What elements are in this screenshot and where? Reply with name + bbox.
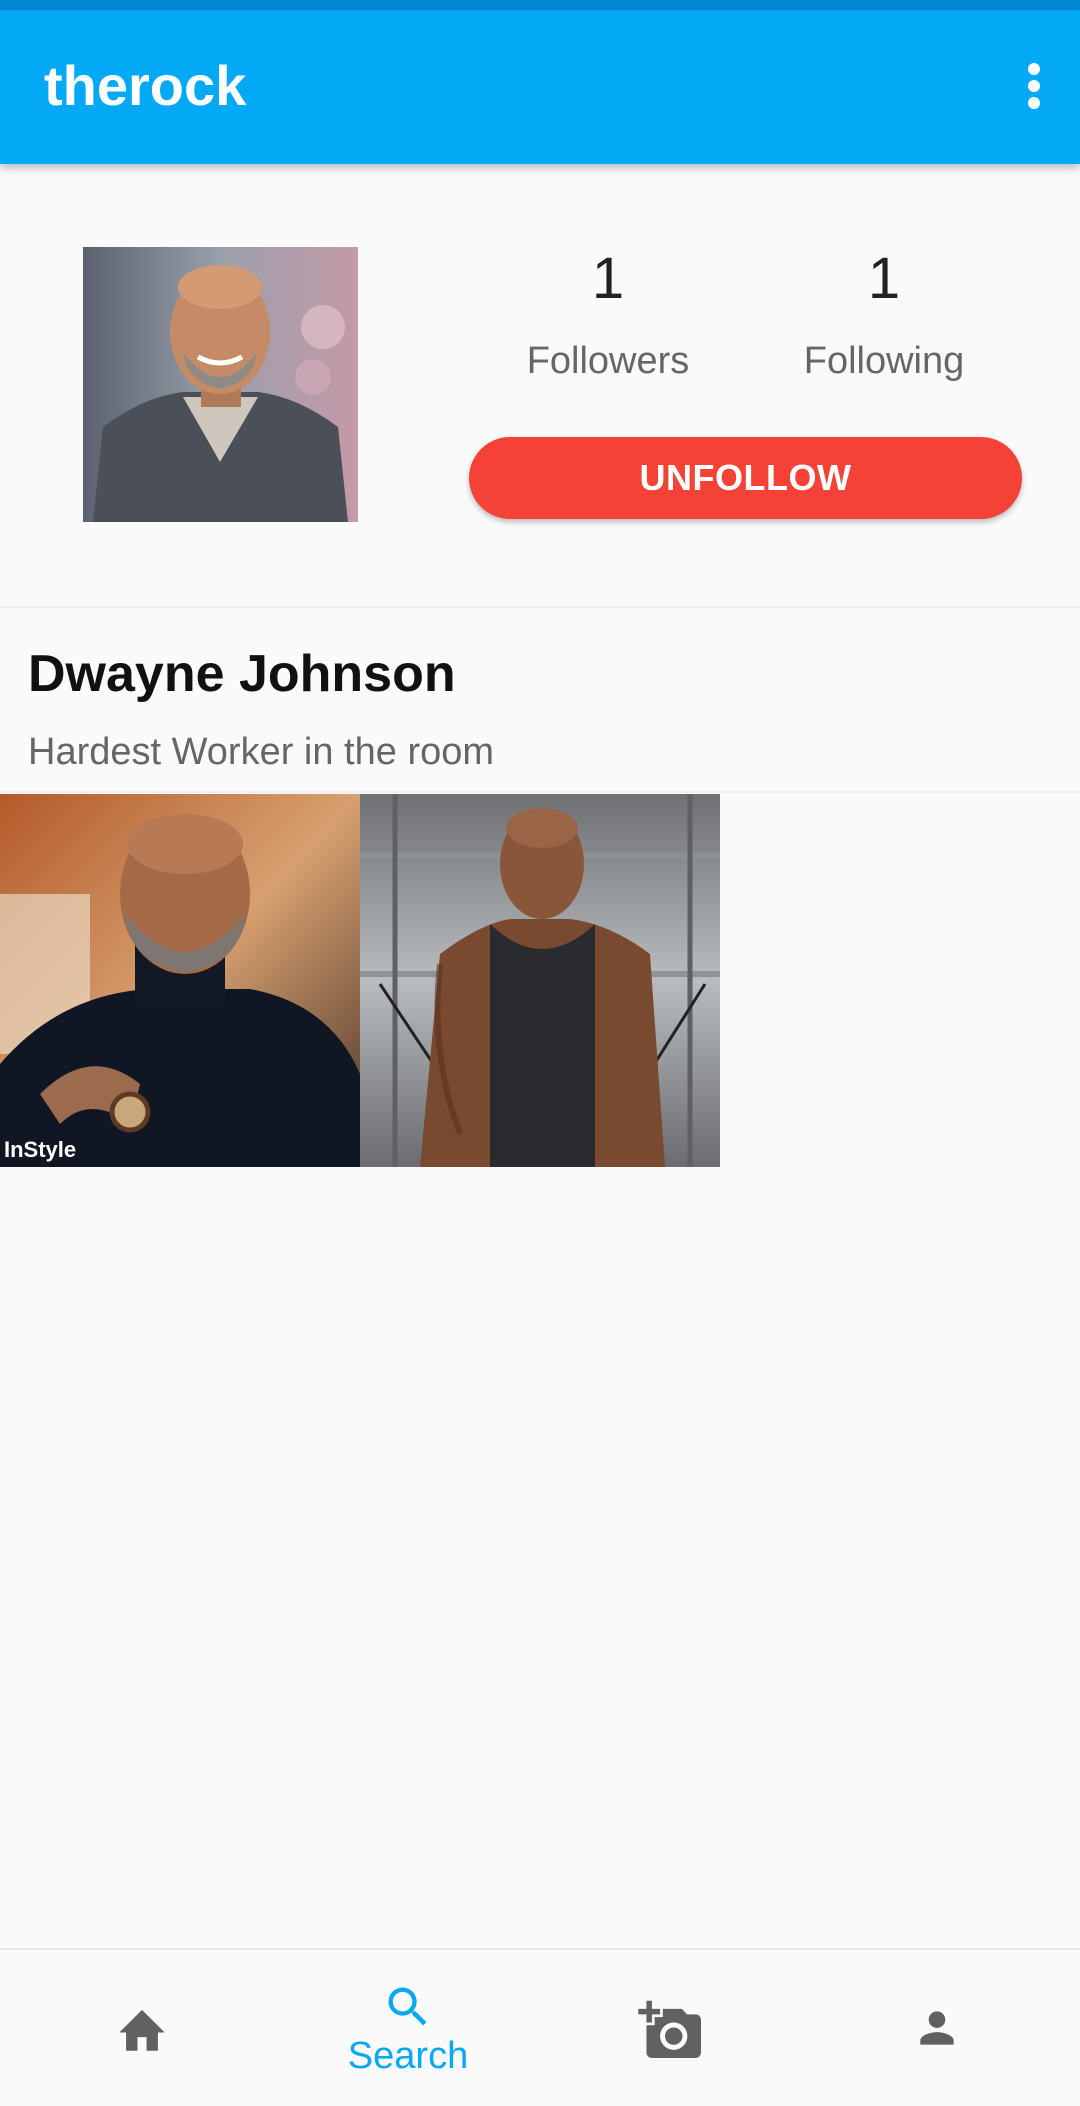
bottom-navigation: Search	[0, 1948, 1080, 2106]
divider	[0, 606, 1080, 608]
post-thumbnail[interactable]: InStyle	[0, 794, 360, 1167]
status-bar	[0, 0, 1080, 10]
profile-bio: Hardest Worker in the room	[28, 731, 495, 773]
nav-profile[interactable]	[802, 1950, 1072, 2106]
followers-stat[interactable]: 1 Followers	[488, 246, 728, 382]
followers-count: 1	[591, 246, 625, 311]
app-bar-title: therock	[44, 54, 247, 117]
following-label: Following	[803, 340, 965, 382]
followers-label: Followers	[526, 340, 690, 382]
nav-add-photo[interactable]	[536, 1950, 806, 2106]
add-photo-icon	[638, 2000, 701, 2058]
nav-search[interactable]: Search	[273, 1950, 543, 2106]
profile-name: Dwayne Johnson	[28, 645, 456, 703]
following-stat[interactable]: 1 Following	[764, 246, 1004, 382]
more-vert-icon	[1028, 63, 1040, 109]
overflow-menu-button[interactable]	[1002, 54, 1066, 118]
post-watermark: InStyle	[4, 1137, 76, 1162]
profile-photo[interactable]	[83, 247, 358, 522]
person-icon	[920, 2011, 954, 2045]
post-thumbnail[interactable]	[360, 794, 720, 1167]
app-bar: therock	[0, 10, 1080, 164]
nav-home[interactable]	[7, 1950, 277, 2106]
search-icon	[388, 1987, 427, 2026]
home-icon	[119, 2009, 165, 2051]
following-count: 1	[867, 246, 901, 311]
nav-search-label: Search	[347, 2035, 469, 2077]
unfollow-button[interactable]: UNFOLLOW	[469, 437, 1022, 519]
divider	[0, 791, 1080, 793]
